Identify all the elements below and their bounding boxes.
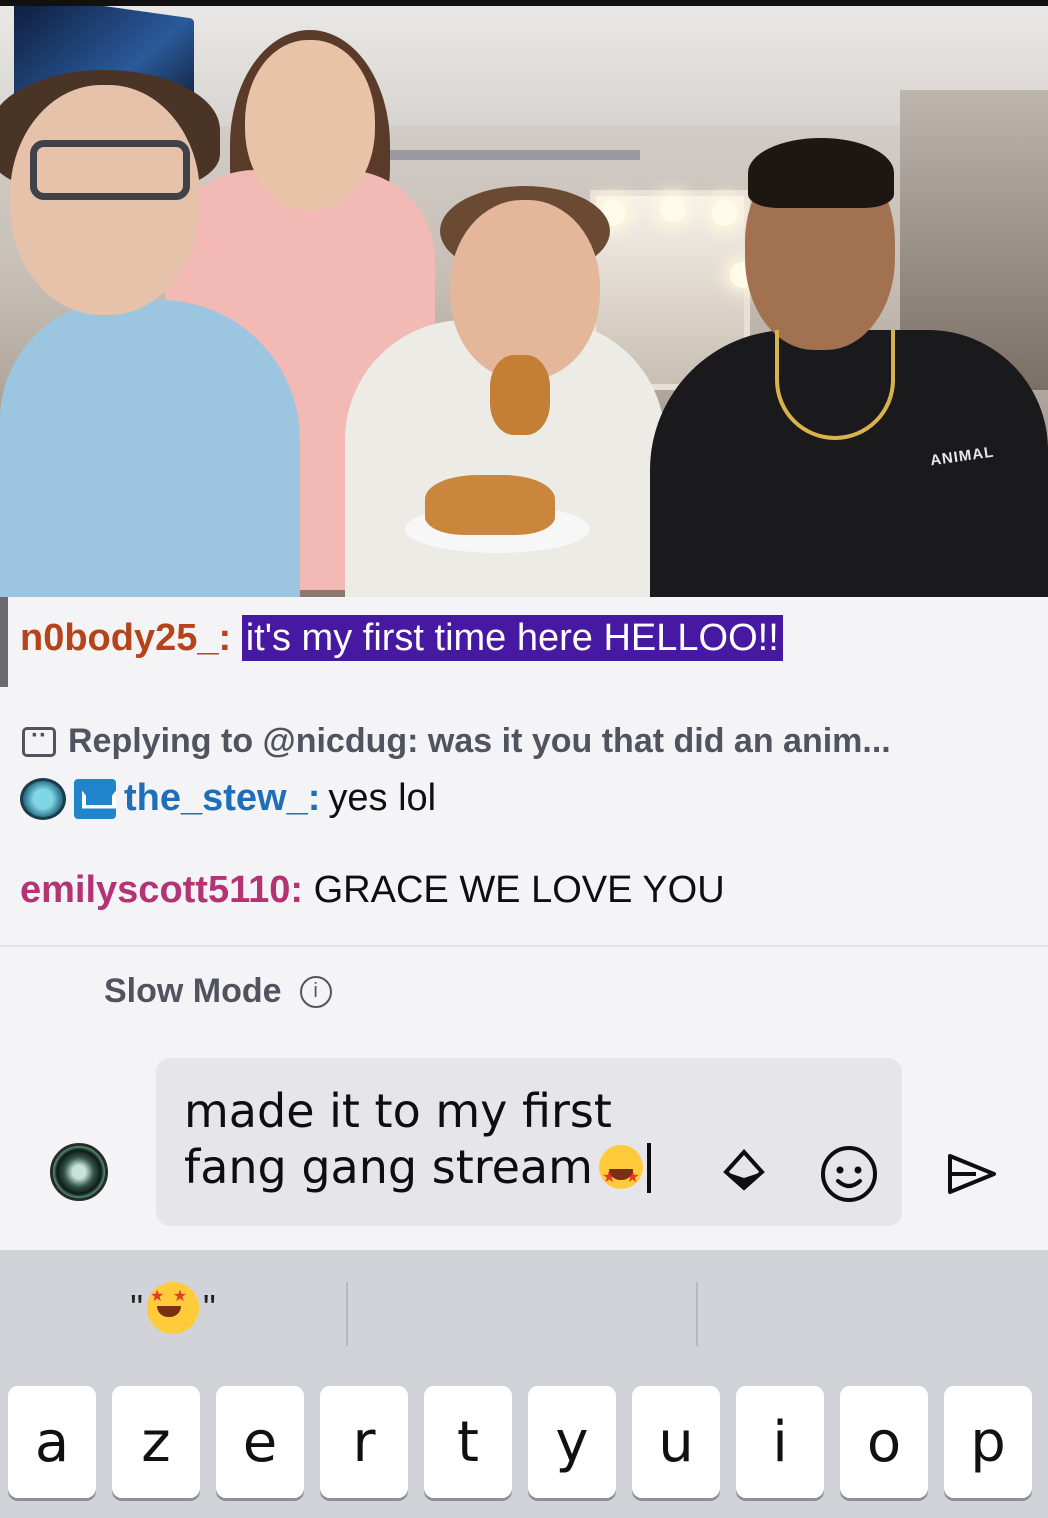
chat-input-line: made it to my first	[184, 1084, 612, 1138]
chat-message-text: it's my first time here HELLOO!!	[241, 615, 783, 661]
ghost-badge-icon[interactable]	[20, 777, 66, 820]
reply-context[interactable]: Replying to @nicdug: was it you that did…	[22, 722, 891, 761]
slow-mode-label: Slow Mode	[104, 972, 282, 1010]
text-caret	[646, 1143, 651, 1193]
chat-username[interactable]: the_stew_:	[124, 777, 320, 820]
chat-panel: n0body25_: it's my first time here HELLO…	[0, 597, 1048, 949]
sandwich-on-plate	[425, 475, 555, 535]
slow-mode-indicator: Slow Mode i	[104, 972, 332, 1011]
key-r[interactable]: r	[320, 1386, 408, 1498]
key-u[interactable]: u	[632, 1386, 720, 1498]
person-1	[0, 300, 300, 597]
key-t[interactable]: t	[424, 1386, 512, 1498]
keyboard-suggestions: " "	[0, 1250, 1048, 1370]
suggestion-empty[interactable]	[698, 1278, 1048, 1338]
chat-username[interactable]: emilyscott5110:	[20, 869, 303, 911]
emote-picker-icon[interactable]	[818, 1143, 880, 1205]
stream-video[interactable]: ANIMAL	[0, 0, 1048, 597]
mirror-bulb	[712, 200, 738, 226]
highlight-bar	[0, 597, 8, 687]
chat-input-line-text: fang gang stream	[184, 1140, 593, 1194]
chat-message[interactable]: the_stew_: yes lol	[20, 777, 436, 820]
key-o[interactable]: o	[840, 1386, 928, 1498]
star-struck-emoji-icon	[147, 1282, 199, 1334]
suggestion-empty[interactable]	[348, 1278, 696, 1338]
chat-message[interactable]: emilyscott5110: GRACE WE LOVE YOU	[20, 869, 725, 912]
divider	[0, 945, 1048, 947]
chat-input-text[interactable]: made it to my first fang gang stream	[184, 1083, 704, 1205]
chat-username[interactable]: n0body25_:	[20, 617, 231, 659]
person-2-face	[245, 40, 375, 210]
chat-message-text: yes lol	[328, 777, 437, 819]
key-z[interactable]: z	[112, 1386, 200, 1498]
person-3-face	[450, 200, 600, 380]
crown-badge-icon[interactable]	[74, 778, 116, 819]
star-struck-emoji-icon	[598, 1145, 643, 1205]
send-icon[interactable]	[944, 1150, 1000, 1198]
mirror-bulb	[660, 196, 686, 222]
key-y[interactable]: y	[528, 1386, 616, 1498]
user-avatar[interactable]	[50, 1143, 108, 1201]
person-1-face	[10, 85, 200, 315]
key-e[interactable]: e	[216, 1386, 304, 1498]
quote-mark: "	[130, 1287, 143, 1328]
keyboard: " " a z e r t y u i o p	[0, 1250, 1048, 1518]
reply-context-text: Replying to @nicdug: was it you that did…	[68, 722, 891, 760]
quote-mark-close: "	[203, 1287, 216, 1328]
clothing-rack	[380, 150, 640, 160]
key-p[interactable]: p	[944, 1386, 1032, 1498]
key-a[interactable]: a	[8, 1386, 96, 1498]
person-4-hair	[748, 138, 894, 208]
status-bar	[0, 0, 1048, 6]
info-icon[interactable]: i	[299, 975, 332, 1008]
reply-icon	[22, 722, 56, 757]
keyboard-row-top: a z e r t y u i o p	[8, 1386, 1032, 1498]
chat-input-line-2: fang gang stream	[184, 1139, 704, 1205]
key-i[interactable]: i	[736, 1386, 824, 1498]
bits-icon[interactable]	[722, 1148, 766, 1192]
suggestion-emoji[interactable]: " "	[0, 1278, 346, 1338]
glasses	[30, 140, 190, 200]
chat-message[interactable]: n0body25_: it's my first time here HELLO…	[20, 615, 783, 661]
chat-message-text: GRACE WE LOVE YOU	[313, 869, 725, 911]
sandwich-in-hand	[490, 355, 550, 435]
